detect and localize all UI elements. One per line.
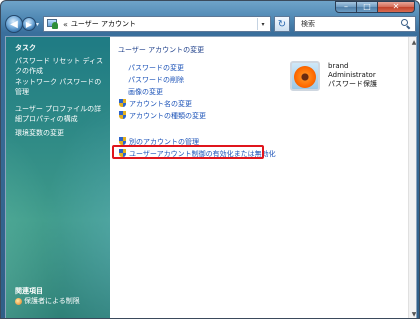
address-bar[interactable]: « ユーザー アカウント ▾ [43,16,271,32]
remove-password-link[interactable]: パスワードの削除 [128,75,184,85]
maximize-button[interactable]: □ [356,1,378,13]
sidebar-item-password-reset-disk[interactable]: パスワード リセット ディスクの作成 [15,56,103,76]
sidebar-item-environment-variables[interactable]: 環境変数の変更 [15,128,103,138]
title-bar: – □ ✕ [1,1,419,13]
sidebar-item-parental-controls[interactable]: 保護者による制限 [24,296,112,306]
scroll-down-arrow[interactable]: ▼ [409,309,416,318]
user-accounts-icon [47,19,59,29]
parental-controls-icon [15,298,22,305]
search-placeholder: 検索 [301,20,315,28]
search-input[interactable]: 検索 [294,16,416,32]
caption-buttons: – □ ✕ [335,1,415,13]
back-button[interactable]: ◀ [5,15,23,33]
search-icon[interactable] [401,19,411,30]
refresh-button[interactable]: ↻ [274,16,290,32]
change-account-type-label: アカウントの種類の変更 [129,112,206,120]
vertical-scrollbar[interactable]: ▲ ▼ [408,37,416,318]
breadcrumb-chevron[interactable]: « [63,20,68,29]
change-picture-link[interactable]: 画像の変更 [128,87,163,97]
scroll-up-arrow[interactable]: ▲ [409,37,416,47]
change-account-name-label: アカウント名の変更 [129,100,192,108]
change-account-type-link[interactable]: アカウントの種類の変更 [119,111,206,121]
highlight-annotation [112,145,264,159]
address-dropdown-button[interactable]: ▾ [257,18,268,30]
related-heading: 関連項目 [15,287,43,295]
uac-shield-icon [119,99,126,107]
main-pane: ユーザー アカウントの変更 パスワードの変更 パスワードの削除 画像の変更 アカ… [110,37,416,318]
breadcrumb-current[interactable]: ユーザー アカウント [71,19,136,29]
user-info: brand Administrator パスワード保護 [328,62,377,89]
task-pane: タスク パスワード リセット ディスクの作成 ネットワーク パスワードの管理 ユ… [6,37,112,318]
change-account-name-link[interactable]: アカウント名の変更 [119,99,192,109]
change-password-link[interactable]: パスワードの変更 [128,63,184,73]
sidebar-item-profile-properties[interactable]: ユーザー プロファイルの詳細プロパティの構成 [15,104,103,124]
user-account-card: brand Administrator パスワード保護 [288,58,406,102]
uac-shield-icon [119,137,126,145]
close-button[interactable]: ✕ [377,1,415,13]
tasks-heading: タスク [15,44,36,52]
user-role: Administrator [328,71,376,79]
navigation-bar: ◀ ▶ ▾ « ユーザー アカウント ▾ ↻ 検索 [1,13,419,35]
content-area: タスク パスワード リセット ディスクの作成 ネットワーク パスワードの管理 ユ… [5,36,417,318]
forward-button[interactable]: ▶ [22,17,36,31]
uac-shield-icon [119,111,126,119]
user-name: brand [328,62,349,70]
page-title: ユーザー アカウントの変更 [118,46,205,54]
user-password-status: パスワード保護 [328,80,377,88]
user-accounts-window: – □ ✕ ◀ ▶ ▾ « ユーザー アカウント ▾ ↻ 検索 タスク パスワー… [0,0,420,319]
recent-pages-dropdown[interactable]: ▾ [36,21,42,28]
sidebar-item-network-passwords[interactable]: ネットワーク パスワードの管理 [15,77,103,97]
avatar [290,61,320,91]
minimize-button[interactable]: – [335,1,357,13]
